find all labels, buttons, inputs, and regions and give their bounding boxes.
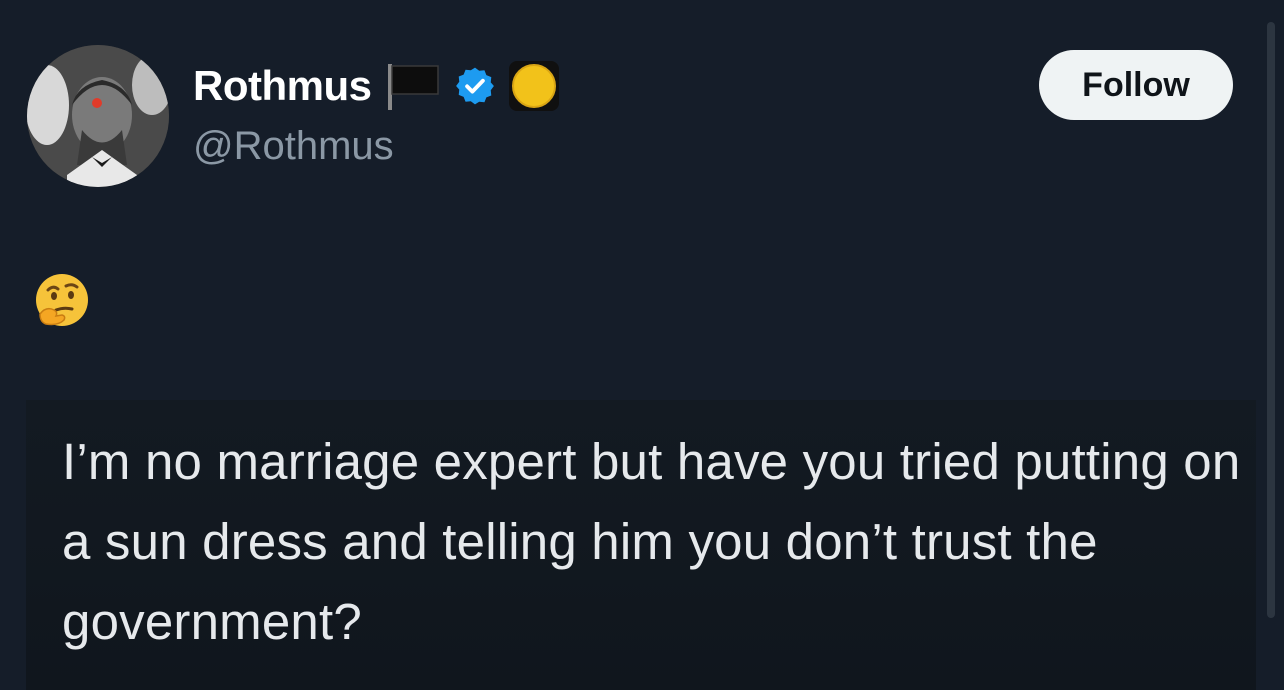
avatar-image	[27, 45, 169, 187]
scrollbar[interactable]	[1267, 22, 1275, 618]
black-flag-icon	[384, 60, 442, 112]
yellow-coin-icon	[508, 60, 560, 112]
thinking-face-emoji-icon	[32, 270, 92, 330]
author-handle[interactable]: @Rothmus	[193, 120, 394, 172]
verified-badge-icon[interactable]	[454, 65, 496, 107]
author-name-row: Rothmus	[193, 58, 560, 114]
display-name[interactable]: Rothmus	[193, 58, 372, 114]
avatar[interactable]	[27, 45, 169, 187]
tweet-view: Rothmus @Rothmus Follow I’m no marriage …	[0, 0, 1284, 690]
embedded-tweet-image[interactable]: I’m no marriage expert but have you trie…	[26, 400, 1256, 690]
follow-button[interactable]: Follow	[1039, 50, 1233, 120]
embedded-image-text: I’m no marriage expert but have you trie…	[62, 433, 1241, 650]
